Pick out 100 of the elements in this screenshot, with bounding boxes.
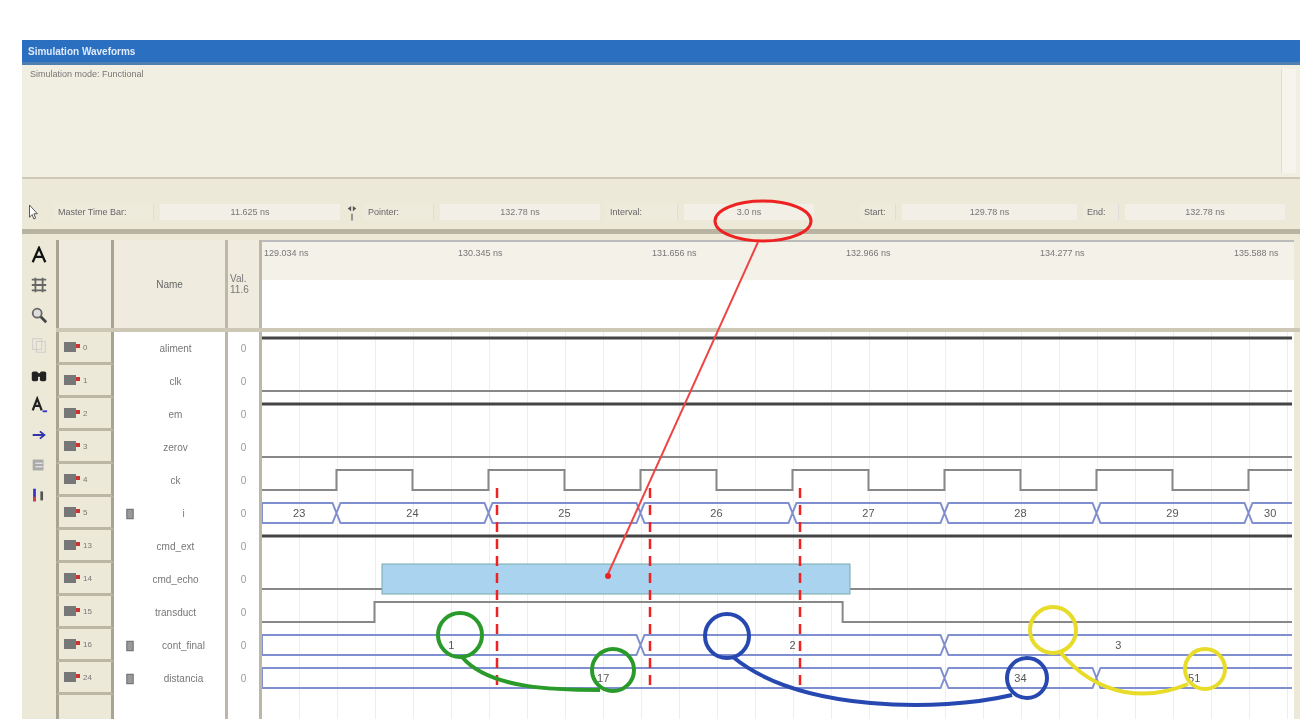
signal-value: 0 xyxy=(228,431,262,464)
time-tick-label: 135.588 ns xyxy=(1234,247,1280,260)
node-index: 16 xyxy=(83,639,92,649)
value-header[interactable]: Val. 11.6 xyxy=(228,240,262,328)
signal-name-cell[interactable]: cmd_echo xyxy=(114,563,228,596)
signal-value: 0 xyxy=(228,563,262,596)
end-field[interactable]: 132.78 ns xyxy=(1125,204,1285,220)
interval-field[interactable]: 3.0 ns xyxy=(684,204,814,220)
node-index-cell[interactable]: 4 xyxy=(56,464,114,497)
signal-name: cmd_ext xyxy=(156,541,195,552)
pin-icon xyxy=(63,637,81,651)
bus-value: 2 xyxy=(789,639,796,651)
master-time-bar-label: Master Time Bar: xyxy=(54,204,154,220)
node-index: 24 xyxy=(83,672,92,682)
signal-name-cell[interactable]: zerov xyxy=(114,431,228,464)
pin-icon xyxy=(63,670,81,684)
bus-value: 27 xyxy=(862,507,875,519)
text-tool-icon[interactable] xyxy=(30,246,48,264)
bus-value: 28 xyxy=(1014,507,1027,519)
time-tick-label: 131.656 ns xyxy=(652,247,698,260)
bus-value: 29 xyxy=(1166,507,1179,519)
master-time-field[interactable]: 11.625 ns xyxy=(160,204,340,220)
signal-name: cont_final xyxy=(162,640,205,651)
signal-name: cmd_echo xyxy=(152,574,199,585)
signal-value: 0 xyxy=(228,398,262,431)
node-index: 1 xyxy=(83,375,88,385)
node-index: 14 xyxy=(83,573,92,583)
node-index-cell[interactable]: 24 xyxy=(56,662,114,695)
signal-value: 0 xyxy=(228,629,262,662)
signal-value: 0 xyxy=(228,596,262,629)
bus-value: 3 xyxy=(1115,639,1122,651)
expand-icon[interactable] xyxy=(126,672,134,685)
node-index-cell[interactable]: 1 xyxy=(56,365,114,398)
node-index-cell[interactable]: 5 xyxy=(56,497,114,530)
signal-name: em xyxy=(168,409,183,420)
start-label: Start: xyxy=(860,204,896,220)
pin-icon xyxy=(63,505,81,519)
bus-value: 34 xyxy=(1014,672,1027,684)
bus-value: 1 xyxy=(448,639,455,651)
signal-name: aliment xyxy=(159,343,192,354)
pin-icon xyxy=(63,406,81,420)
grid-icon[interactable] xyxy=(30,276,48,294)
signal-value: 0 xyxy=(228,464,262,497)
pin-icon xyxy=(63,340,81,354)
start-field[interactable]: 129.78 ns xyxy=(902,204,1077,220)
pointer-field[interactable]: 132.78 ns xyxy=(440,204,600,220)
window-title: Simulation Waveforms xyxy=(28,45,136,57)
interval-label: Interval: xyxy=(606,204,678,220)
node-index-cell[interactable]: 14 xyxy=(56,563,114,596)
signal-name-cell[interactable]: i xyxy=(114,497,228,530)
bus-value: 30 xyxy=(1264,507,1277,519)
pin-icon xyxy=(63,439,81,453)
node-index: 15 xyxy=(83,606,92,616)
node-index-cell[interactable]: 13 xyxy=(56,530,114,563)
bus-value: 26 xyxy=(710,507,723,519)
signal-name-cell[interactable]: em xyxy=(114,398,228,431)
scrollbar[interactable] xyxy=(1281,69,1296,173)
pin-icon xyxy=(63,571,81,585)
signal-name-cell[interactable]: ck xyxy=(114,464,228,497)
find-next-icon[interactable] xyxy=(30,396,48,414)
pin-icon xyxy=(63,472,81,486)
zoom-icon[interactable] xyxy=(30,306,48,324)
node-index: 4 xyxy=(83,474,88,484)
time-tick-label: 134.277 ns xyxy=(1040,247,1086,260)
pin-icon xyxy=(63,538,81,552)
time-tick-label: 130.345 ns xyxy=(458,247,504,260)
expand-icon[interactable] xyxy=(126,507,134,520)
signal-value: 0 xyxy=(228,662,262,695)
signal-name: transduct xyxy=(154,607,197,618)
node-index: 0 xyxy=(83,342,88,352)
node-index: 5 xyxy=(83,507,88,517)
signal-name-cell[interactable]: transduct xyxy=(114,596,228,629)
signal-name-cell[interactable]: cont_final xyxy=(114,629,228,662)
signal-name-cell[interactable]: clk xyxy=(114,365,228,398)
expand-icon[interactable] xyxy=(126,639,134,652)
signal-value: 0 xyxy=(228,332,262,365)
signal-value: 0 xyxy=(228,497,262,530)
value-header-text: Val. xyxy=(230,273,248,284)
message-text: Simulation mode: Functional xyxy=(30,69,144,79)
node-index-cell[interactable]: 16 xyxy=(56,629,114,662)
signal-name-cell[interactable]: distancia xyxy=(114,662,228,695)
time-tick-label: 129.034 ns xyxy=(264,247,310,260)
cursor-icon[interactable] xyxy=(26,203,40,221)
bus-value: 23 xyxy=(293,507,306,519)
signal-name: distancia xyxy=(163,673,204,684)
name-header[interactable]: Name xyxy=(114,240,228,328)
node-index-cell[interactable]: 15 xyxy=(56,596,114,629)
signal-name: zerov xyxy=(163,442,188,453)
bus-value: 25 xyxy=(558,507,571,519)
signal-name-cell[interactable]: aliment xyxy=(114,332,228,365)
value-header-text: 11.6 xyxy=(230,284,250,295)
signal-name-cell[interactable]: cmd_ext xyxy=(114,530,228,563)
node-index-cell[interactable]: 0 xyxy=(56,332,114,365)
signal-value: 0 xyxy=(228,530,262,563)
node-index: 3 xyxy=(83,441,88,451)
node-index-cell[interactable]: 3 xyxy=(56,431,114,464)
signal-value: 0 xyxy=(228,365,262,398)
node-index-cell[interactable]: 2 xyxy=(56,398,114,431)
end-label: End: xyxy=(1083,204,1119,220)
bus-value: 24 xyxy=(406,507,419,519)
